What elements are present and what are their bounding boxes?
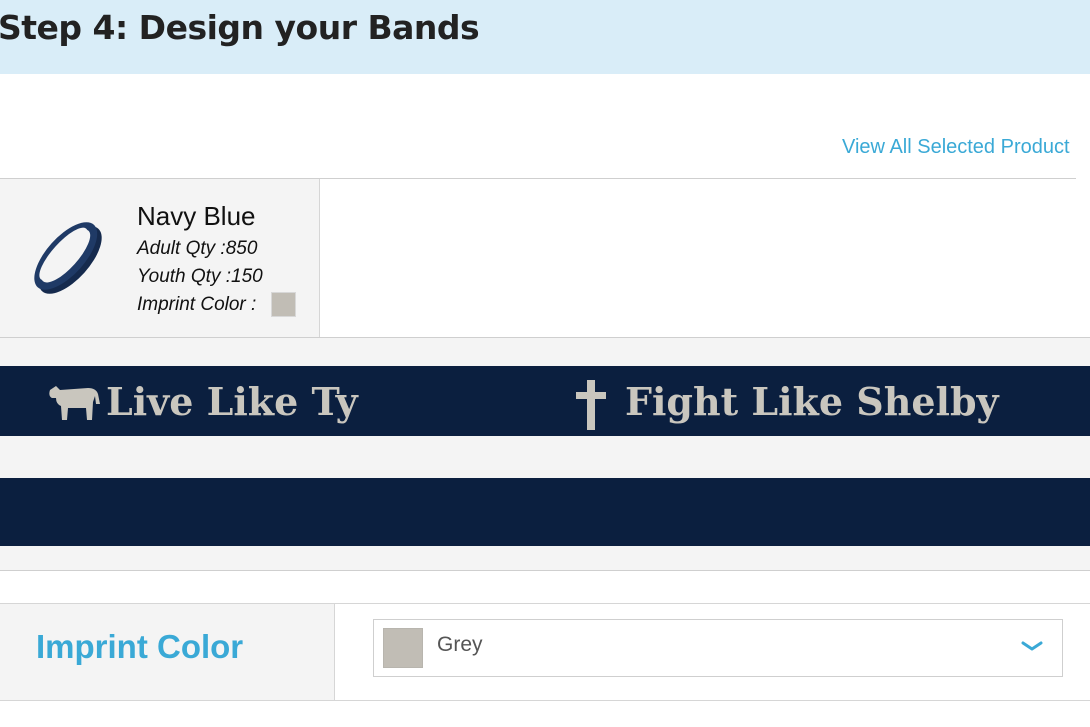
view-all-selected-products-link[interactable]: View All Selected Product xyxy=(842,136,1070,159)
cow-icon xyxy=(49,386,100,420)
page-title: Step 4: Design your Bands xyxy=(0,8,480,47)
chevron-down-icon[interactable] xyxy=(1020,638,1044,654)
selected-color-swatch xyxy=(383,628,423,668)
adult-quantity: Adult Qty :850 xyxy=(137,238,258,259)
product-summary-empty-area xyxy=(320,179,1090,337)
youth-quantity: Youth Qty :150 xyxy=(137,266,263,287)
imprint-color-swatch xyxy=(271,292,296,317)
divider xyxy=(0,700,1090,701)
imprint-color-select-value: Grey xyxy=(437,633,483,656)
wristband-image xyxy=(34,222,102,294)
band-text-left: Live Like Ty xyxy=(106,379,358,424)
band-preview-back xyxy=(0,478,1090,546)
step-header: Step 4: Design your Bands xyxy=(0,0,1090,74)
imprint-color-label: Imprint Color : xyxy=(137,294,257,315)
product-color-name: Navy Blue xyxy=(137,201,256,231)
band-text-right: Fight Like Shelby xyxy=(625,379,999,424)
cross-icon xyxy=(576,380,606,430)
divider xyxy=(0,570,1090,571)
imprint-color-option-label: Imprint Color xyxy=(36,628,244,665)
